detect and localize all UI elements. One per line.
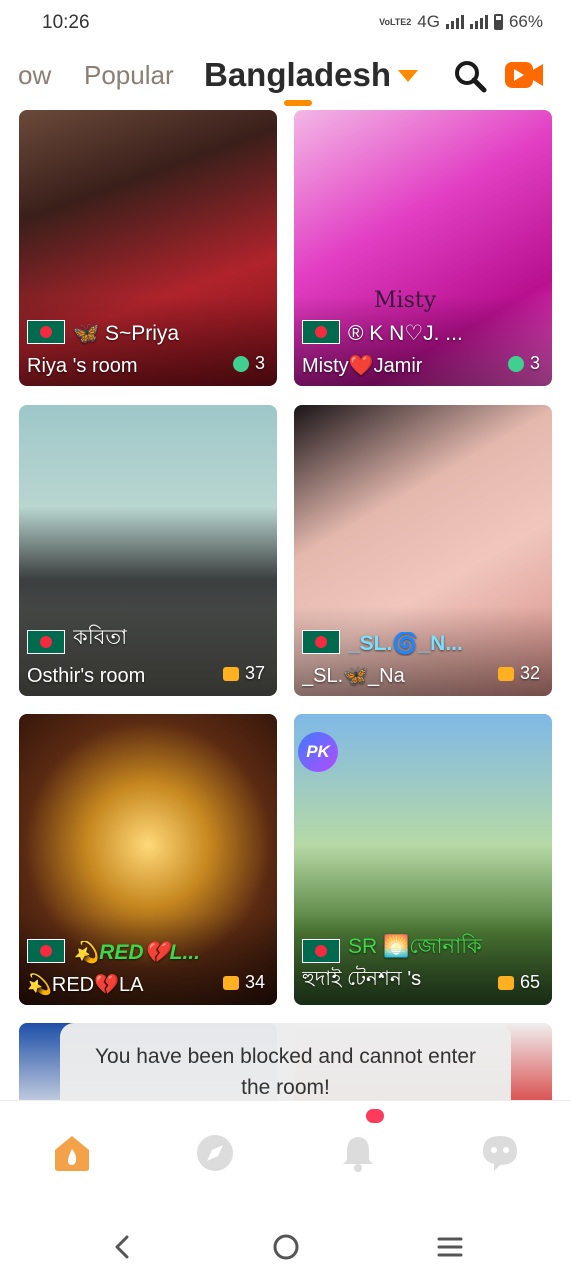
room-host: কবিতা (73, 626, 128, 649)
battery-level: 66% (508, 12, 543, 31)
signal-icon (445, 15, 464, 29)
status-indicators: VoLTE2 4G 66% (379, 12, 543, 32)
active-tab-indicator (284, 100, 312, 106)
video-count-value: 34 (244, 972, 265, 992)
room-host: 🦋 S~Priya (73, 322, 180, 345)
viewers-icon (232, 355, 249, 372)
tab-popular[interactable]: Popular (84, 60, 174, 91)
explore-icon[interactable] (195, 1133, 235, 1173)
room-host: ® K N♡J. ... (348, 322, 463, 345)
viewer-count-value: 3 (529, 353, 540, 373)
go-live-icon[interactable] (504, 58, 544, 92)
recent-apps-icon[interactable] (435, 1232, 465, 1262)
room-host: SR 🌅জোনাকি (348, 935, 482, 958)
video-icon (222, 666, 239, 681)
back-icon[interactable] (107, 1232, 137, 1262)
home-icon[interactable] (52, 1133, 92, 1173)
video-count: 65 (497, 972, 540, 993)
bangladesh-flag-icon (27, 630, 65, 654)
room-card[interactable]: _SL.🌀_N... _SL.🦋_Na 32 (294, 405, 552, 696)
video-count: 34 (222, 972, 265, 993)
room-host: _SL.🌀_N... (348, 632, 463, 655)
video-count: 32 (497, 663, 540, 684)
room-title: _SL.🦋_Na (302, 665, 405, 687)
room-grid: 🦋 S~Priya Riya 's room 3 Misty ® K N♡J. … (0, 110, 571, 1100)
top-tab-bar: ow Popular Bangladesh (0, 52, 571, 108)
viewers-icon (507, 355, 524, 372)
video-icon (497, 975, 514, 990)
room-card[interactable]: কবিতা Osthir's room 37 (19, 405, 277, 696)
tab-previous[interactable]: ow (18, 60, 51, 91)
bangladesh-flag-icon (302, 320, 340, 344)
volte-indicator: VoLTE2 (379, 16, 412, 27)
chevron-down-icon[interactable] (398, 70, 418, 82)
status-bar: 10:26 VoLTE2 4G 66% (0, 0, 571, 48)
network-type: 4G (417, 12, 440, 31)
video-count-value: 32 (519, 663, 540, 683)
pk-badge: PK (298, 732, 338, 772)
signal-icon-2 (469, 15, 488, 29)
room-card[interactable]: PK SR 🌅জোনাকি হুদাই টেনশন 's 65 (294, 714, 552, 1005)
video-count: 37 (222, 663, 265, 684)
viewer-count-value: 3 (254, 353, 265, 373)
viewer-count: 3 (232, 353, 265, 374)
room-card[interactable]: 💫RED💔L... 💫RED💔LA 34 (19, 714, 277, 1005)
bottom-nav (0, 1100, 571, 1210)
room-card[interactable]: Misty ® K N♡J. ... Misty❤️Jamir 3 (294, 110, 552, 386)
room-title: Misty❤️Jamir (302, 355, 423, 377)
bangladesh-flag-icon (302, 630, 340, 654)
room-title: 💫RED💔LA (27, 974, 144, 996)
room-title: হুদাই টেনশন 's (302, 968, 422, 990)
chat-icon[interactable] (480, 1133, 520, 1173)
bangladesh-flag-icon (27, 320, 65, 344)
room-host: 💫RED💔L... (73, 941, 200, 964)
video-count-value: 37 (244, 663, 265, 683)
search-icon[interactable] (452, 58, 488, 94)
bangladesh-flag-icon (27, 939, 65, 963)
video-icon (497, 666, 514, 681)
battery-icon (493, 14, 503, 30)
video-icon (222, 975, 239, 990)
video-count-value: 65 (519, 972, 540, 992)
bell-icon[interactable] (338, 1133, 378, 1173)
room-card[interactable]: 🦋 S~Priya Riya 's room 3 (19, 110, 277, 386)
tab-bangladesh[interactable]: Bangladesh (204, 56, 391, 94)
room-title: Osthir's room (27, 665, 146, 687)
notification-badge (366, 1109, 384, 1123)
home-circle-icon[interactable] (271, 1232, 301, 1262)
system-nav-bar (0, 1210, 571, 1280)
status-time: 10:26 (42, 12, 90, 33)
viewer-count: 3 (507, 353, 540, 374)
room-title: Riya 's room (27, 355, 138, 377)
bangladesh-flag-icon (302, 939, 340, 963)
